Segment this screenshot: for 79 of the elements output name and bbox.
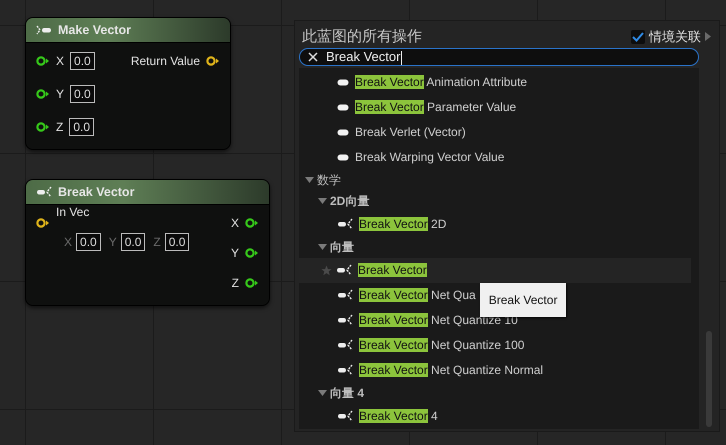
action-row[interactable]: Break Vector Parameter Value [299, 94, 691, 120]
value-field[interactable]: 0.0 [70, 52, 95, 70]
function-icon [337, 104, 349, 111]
action-label: Break Verlet (Vector) [355, 125, 466, 140]
clear-icon[interactable] [308, 52, 318, 62]
action-row[interactable]: Break Verlet (Vector) [299, 120, 691, 145]
break-struct-icon [36, 186, 52, 198]
pin-label: X [56, 54, 64, 68]
expanded-arrow-icon[interactable] [318, 198, 327, 205]
action-row[interactable]: Break Vector Animation Attribute [299, 70, 691, 95]
value-field[interactable]: 0.0 [120, 233, 146, 251]
context-checkbox[interactable] [631, 30, 645, 44]
node-title: Make Vector [58, 23, 131, 37]
expanded-arrow-icon[interactable] [318, 244, 327, 251]
pin-icon[interactable] [245, 218, 259, 228]
pin-icon[interactable] [245, 248, 259, 258]
pin-icon[interactable] [36, 89, 50, 99]
value-field[interactable]: 0.0 [70, 85, 95, 103]
pin-icon[interactable] [36, 122, 50, 132]
value-field[interactable]: 0.0 [69, 118, 94, 136]
pin-icon[interactable] [206, 56, 220, 66]
tooltip: Break Vector [480, 282, 566, 317]
pin-label: In Vec [56, 205, 90, 219]
make-struct-icon [36, 25, 52, 35]
expand-arrow-icon[interactable] [705, 32, 711, 41]
pin-label: Y [56, 87, 64, 101]
action-label: Break Warping Vector Value [355, 150, 504, 164]
pin-label: Z [232, 276, 239, 290]
axis-label: Y [108, 235, 117, 249]
search-field[interactable]: Break Vector [299, 48, 699, 66]
break-struct-icon [337, 289, 353, 302]
action-row[interactable]: Break Vector Net Quantize 100 [299, 332, 691, 358]
node-card[interactable]: Break Vector In Vec X 0.0 Y 0.0 Z 0.0 X Y Z [25, 179, 270, 306]
break-struct-icon [337, 364, 353, 376]
action-label: Break Vector Animation Attribute [355, 75, 528, 90]
pin-icon[interactable] [36, 56, 50, 66]
function-icon [337, 128, 349, 136]
value-field[interactable]: 0.0 [76, 233, 101, 251]
category-label[interactable]: 向量 4 [330, 384, 364, 402]
action-label: Break Vector Net Quantize 100 [359, 338, 524, 352]
axis-label: X [64, 235, 72, 249]
function-icon [337, 78, 349, 86]
pin-label: X [230, 216, 239, 230]
action-label: Break Vector [358, 263, 427, 278]
action-label: Break Vector Parameter Value [355, 100, 516, 114]
action-label: Break Vector 2D [359, 217, 446, 232]
break-struct-icon [337, 314, 353, 326]
function-icon [337, 154, 349, 161]
node-title: Break Vector [58, 185, 134, 199]
action-label: Break Vector Net Qua [359, 288, 476, 302]
pin-icon[interactable] [36, 218, 50, 228]
node-header[interactable]: Make Vector [26, 18, 230, 43]
action-label: Break Vector Net Quantize Normal [359, 363, 544, 378]
break-struct-icon [337, 218, 353, 230]
pin-icon[interactable] [245, 278, 259, 288]
pin-label: Z [56, 120, 64, 134]
value-field[interactable]: 0.0 [164, 233, 190, 251]
action-label: Break Vector 4 [359, 409, 438, 424]
pin-label: Y [230, 246, 239, 260]
break-struct-icon [337, 410, 353, 422]
category-label[interactable]: 数学 [317, 172, 341, 189]
break-struct-icon [337, 339, 353, 352]
action-row[interactable]: Break Vector 4 [299, 404, 691, 429]
action-row[interactable]: Break Vector [299, 258, 691, 283]
pin-label: Return Value [130, 54, 200, 68]
category-label[interactable]: 2D向量 [330, 192, 370, 210]
action-row[interactable]: Break Vector 2D [299, 212, 691, 237]
node-header[interactable]: Break Vector [26, 180, 269, 205]
menu-title: 此蓝图的所有操作 [302, 27, 422, 46]
axis-label: Z [153, 235, 161, 249]
action-row[interactable]: Break Vector Net Quantize Normal [299, 358, 691, 383]
star-icon[interactable] [321, 264, 332, 276]
expanded-arrow-icon[interactable] [305, 176, 314, 184]
category-label[interactable]: 向量 [330, 238, 354, 256]
expanded-arrow-icon[interactable] [318, 390, 327, 397]
break-struct-icon [336, 264, 352, 276]
action-row[interactable]: Break Warping Vector Value [299, 144, 691, 170]
node-card[interactable]: Make Vector X 0.0 Y 0.0 Z 0.0 Return Value [25, 17, 231, 150]
context-label: 情境关联 [649, 28, 701, 46]
